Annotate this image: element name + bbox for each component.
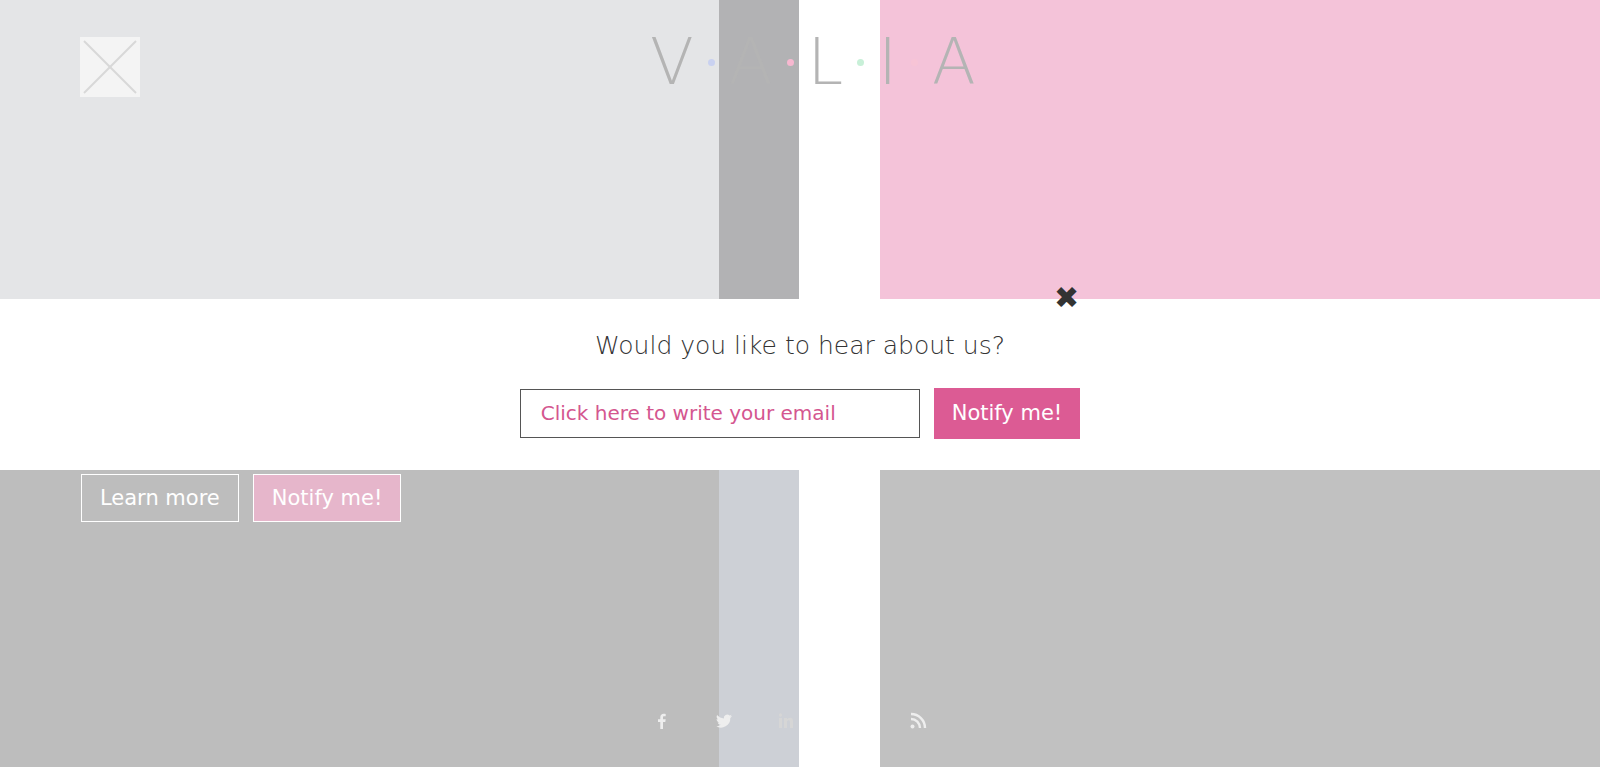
- linkedin-icon[interactable]: [777, 712, 795, 730]
- brand-logo: V A L I A: [650, 24, 976, 101]
- logo-dot: [708, 59, 715, 66]
- close-button[interactable]: ✖: [1054, 283, 1079, 313]
- notify-button[interactable]: Notify me!: [934, 388, 1081, 439]
- twitter-icon[interactable]: [715, 712, 733, 730]
- logo-dot: [911, 59, 918, 66]
- facebook-icon[interactable]: [653, 712, 671, 730]
- logo-letter: L: [808, 24, 844, 101]
- logo-letter: V: [650, 24, 694, 101]
- landing-page: V A L I A Learn more Notify me! ✖ Would y…: [0, 0, 1600, 767]
- logo-letter: I: [878, 24, 897, 101]
- hero-button[interactable]: Notify me!: [253, 474, 402, 522]
- subscribe-form: Notify me!: [520, 388, 1081, 439]
- logo-dot: [787, 59, 794, 66]
- logo-letter: A: [932, 24, 976, 101]
- email-input[interactable]: [520, 389, 920, 438]
- hero-button[interactable]: Learn more: [81, 474, 239, 522]
- social-links: [653, 712, 927, 730]
- subscribe-modal: ✖ Would you like to hear about us? Notif…: [0, 299, 1600, 470]
- hero-buttons: Learn more Notify me!: [81, 474, 401, 522]
- modal-title: Would you like to hear about us?: [595, 331, 1005, 360]
- logo-letter: A: [729, 24, 773, 101]
- rss-icon[interactable]: [909, 712, 927, 730]
- logo-dot: [857, 59, 864, 66]
- broken-image-icon: [80, 37, 140, 97]
